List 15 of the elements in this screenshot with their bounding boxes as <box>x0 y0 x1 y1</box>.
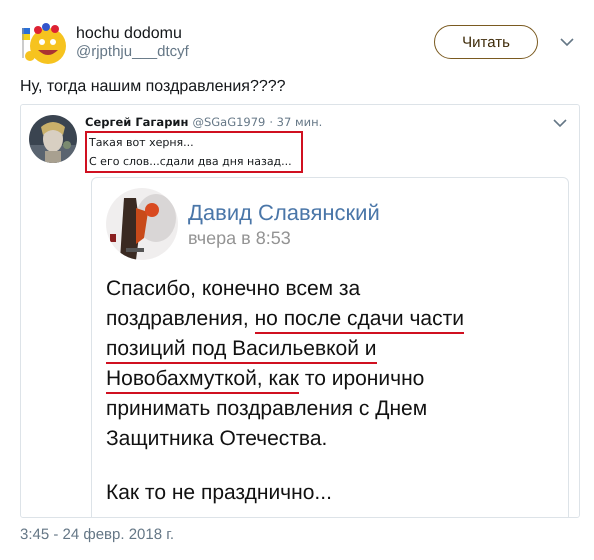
author-handle[interactable]: @rjpthju___dtcyf <box>76 42 434 60</box>
post-text: Как то не празднично... <box>106 480 333 506</box>
chevron-down-icon <box>553 119 567 128</box>
author-name[interactable]: hochu dodomu <box>76 24 434 42</box>
quoted-tweet-time: · 37 мин. <box>269 115 322 129</box>
quoted-author-handle: @SGaG1979 <box>192 115 266 129</box>
follow-button[interactable]: Читать <box>434 25 538 59</box>
post-time: вчера в 8:53 <box>188 228 292 248</box>
tweet-timestamp[interactable]: 3:45 - 24 февр. 2018 г. <box>20 526 594 543</box>
tweet-text: Ну, тогда нашим поздравления???? <box>20 78 287 96</box>
post-text: Спасибо, конечно всем за поздравления, но после сдачи части позиций под Васильевкой и Новобахмуткой, как то иронично принимать поздравления с Днем Защитника Отечества. <box>106 276 465 452</box>
quoted-author-name: Сергей Гагарин <box>85 115 188 129</box>
quoted-tweet-text: Такая вот херня... С его слов...сдали два дня назад... <box>85 131 303 173</box>
post-author-name: Давид Славянский <box>188 200 380 226</box>
chevron-down-icon[interactable] <box>560 38 574 46</box>
